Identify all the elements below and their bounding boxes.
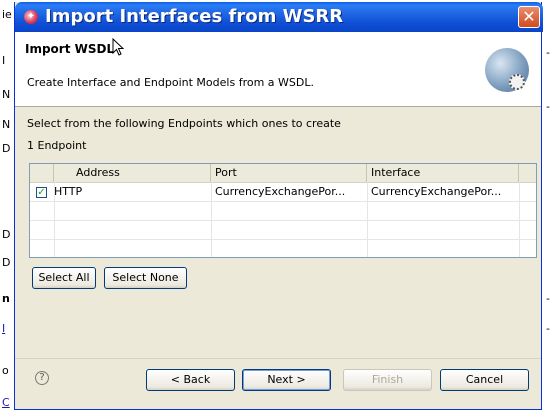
table-row[interactable]: ✓ HTTP CurrencyExchangePor... CurrencyEx… xyxy=(30,183,536,201)
column-header-interface[interactable]: Interface xyxy=(367,164,519,182)
endpoint-count: 1 Endpoint xyxy=(27,139,87,152)
next-button[interactable]: Next > xyxy=(242,369,331,391)
bg-link[interactable]: I xyxy=(2,322,5,335)
wsrr-app-icon: ✦ xyxy=(24,10,38,24)
bg-glyph: n xyxy=(2,292,10,305)
mouse-cursor-icon xyxy=(112,38,124,56)
bg-glyph: - xyxy=(546,100,550,113)
instruction-text: Select from the following Endpoints whic… xyxy=(27,117,341,130)
cancel-button[interactable]: Cancel xyxy=(440,369,529,391)
background-app-right-strip: - - - - xyxy=(540,0,554,412)
cell-address: HTTP xyxy=(54,185,83,198)
bg-glyph: - xyxy=(546,46,550,59)
column-header-port[interactable]: Port xyxy=(211,164,367,182)
cell-port: CurrencyExchangePor... xyxy=(215,185,346,198)
page-description: Create Interface and Endpoint Models fro… xyxy=(27,76,314,89)
import-dialog: ✦ Import Interfaces from WSRR ✕ Import W… xyxy=(14,2,543,410)
wizard-header: Import WSDL Create Interface and Endpoin… xyxy=(15,32,541,107)
back-button[interactable]: < Back xyxy=(146,369,235,391)
grid-line xyxy=(30,220,536,221)
endpoint-table: Address Port Interface ✓ HTTP CurrencyEx… xyxy=(29,163,537,258)
bg-glyph: N xyxy=(2,118,11,131)
bg-glyph: - xyxy=(546,322,550,335)
cell-interface: CurrencyExchangePor... xyxy=(371,185,502,198)
bg-link[interactable]: C xyxy=(2,396,10,409)
help-icon[interactable]: ? xyxy=(35,371,49,385)
bg-glyph: N xyxy=(2,88,11,101)
select-none-button[interactable]: Select None xyxy=(104,267,187,289)
bg-glyph: ie xyxy=(2,8,12,21)
bg-glyph: - xyxy=(546,292,550,305)
title-bar[interactable]: ✦ Import Interfaces from WSRR ✕ xyxy=(15,2,543,32)
column-header-address[interactable]: Address xyxy=(54,164,211,182)
close-button[interactable]: ✕ xyxy=(518,6,540,28)
divider xyxy=(15,358,541,359)
bg-glyph: o xyxy=(2,364,9,377)
row-checkbox[interactable]: ✓ xyxy=(36,187,47,198)
bg-glyph: D xyxy=(2,142,11,155)
column-header-check xyxy=(30,164,54,182)
grid-line xyxy=(30,239,536,240)
finish-button[interactable]: Finish xyxy=(343,369,432,391)
select-all-button[interactable]: Select All xyxy=(32,267,96,289)
bg-glyph: D xyxy=(2,256,11,269)
bg-glyph: I xyxy=(2,54,6,67)
dialog-title: Import Interfaces from WSRR xyxy=(45,6,344,27)
page-title: Import WSDL xyxy=(25,42,115,56)
table-header: Address Port Interface xyxy=(30,164,536,183)
bg-glyph: D xyxy=(2,228,11,241)
grid-line xyxy=(30,201,536,202)
gear-icon xyxy=(509,74,525,90)
